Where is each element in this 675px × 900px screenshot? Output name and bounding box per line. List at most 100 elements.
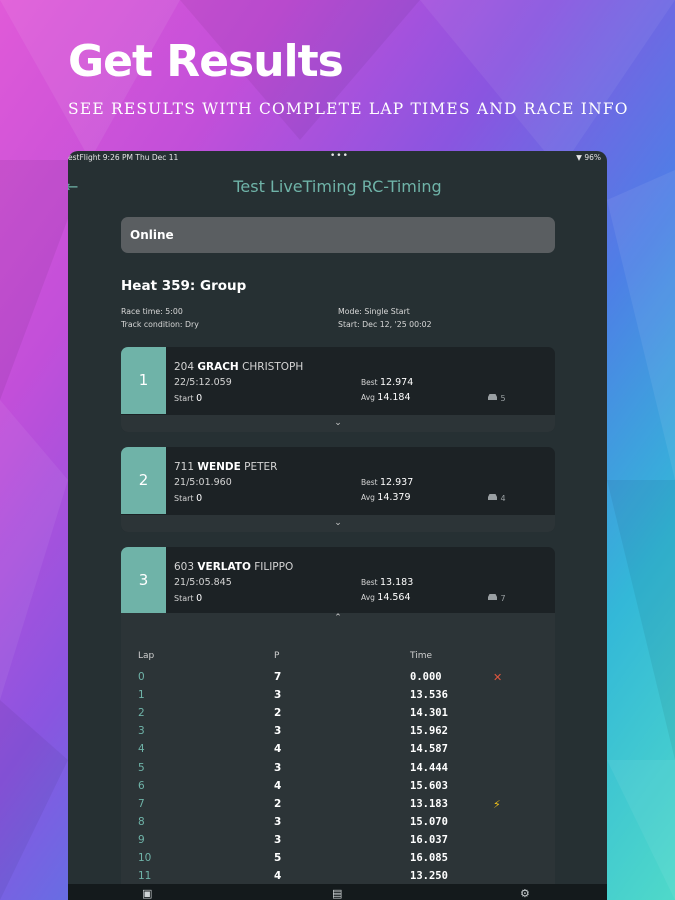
lap-position: 4 [274, 870, 282, 883]
app-title: Test LiveTiming RC-Timing [233, 177, 442, 196]
status-left: estFlight 9:26 PM Thu Dec 11 [68, 153, 179, 162]
driver-name: 204 GRACH CHRISTOPH [174, 361, 303, 373]
connection-status[interactable]: Online [121, 217, 555, 253]
lap-time: 14.301 [410, 707, 448, 720]
lap-position: 3 [274, 725, 282, 738]
lap-number: 2 [138, 707, 145, 720]
avg-label: Avg [361, 593, 375, 602]
table-row: 6 4 15.603 [121, 780, 555, 798]
best-lap: Best 12.974 [361, 377, 413, 388]
lap-time: 15.962 [410, 725, 448, 738]
best-value: 12.937 [380, 477, 414, 488]
expand-chevron-icon[interactable]: ⌄ [121, 415, 555, 432]
lap-position: 3 [274, 833, 282, 846]
lap-position: 5 [274, 852, 282, 864]
bottom-nav: ▣ ▤ ⚙ [68, 884, 607, 900]
table-row: 3 3 15.962 [121, 725, 555, 743]
lap-number: 9 [138, 833, 145, 846]
collapse-chevron-icon[interactable]: ⌃ [121, 613, 555, 623]
driver-last-name: GRACH [197, 361, 239, 373]
track-condition: Track condition: Dry [121, 320, 199, 329]
lap-position: 2 [274, 797, 282, 810]
lap-position: 3 [274, 689, 282, 702]
invalid-lap-icon: ✕ [493, 671, 503, 684]
best-lap: Best 13.183 [361, 577, 413, 588]
lap-position: 7 [274, 671, 282, 683]
start-value: 0 [196, 593, 203, 604]
car-number: 7 [500, 594, 506, 603]
car-icon [488, 594, 497, 600]
lap-time: 15.070 [410, 815, 448, 828]
lap-time: 13.183 [410, 797, 448, 810]
lap-number: 4 [138, 743, 145, 756]
driver-first-name: FILIPPO [254, 561, 294, 573]
start-label: Start [174, 494, 194, 503]
best-value: 12.974 [380, 377, 414, 388]
headline: Get Results [68, 36, 344, 87]
start-value: 0 [196, 393, 203, 404]
lap-number: 3 [138, 725, 145, 738]
avg-lap: Avg 14.379 [361, 492, 411, 503]
position-badge: 3 [121, 547, 166, 614]
start-label: Start [174, 594, 194, 603]
driver-name: 711 WENDE PETER [174, 461, 277, 473]
driver-number: 603 [174, 561, 195, 573]
laps-total: 22/5:12.059 [174, 377, 232, 388]
race-mode: Mode: Single Start [338, 307, 410, 316]
gear-icon[interactable]: ⚙ [520, 887, 530, 900]
lap-time: 13.536 [410, 689, 448, 702]
driver-last-name: WENDE [197, 461, 241, 473]
lap-time: 16.085 [410, 852, 448, 864]
best-lap: Best 12.937 [361, 477, 413, 488]
avg-lap: Avg 14.564 [361, 592, 411, 603]
driver-card[interactable]: 1 204 GRACH CHRISTOPH 22/5:12.059 Start … [121, 347, 555, 432]
driver-last-name: VERLATO [197, 561, 251, 573]
lap-position: 4 [274, 743, 282, 756]
table-row: 8 3 15.070 [121, 816, 555, 834]
results-icon[interactable]: ▤ [332, 887, 342, 900]
best-label: Best [361, 478, 378, 487]
table-row: 4 4 14.587 [121, 743, 555, 761]
table-row: 7 2 13.183 ⚡ [121, 798, 555, 816]
lap-position: 3 [274, 761, 282, 774]
lap-position: 4 [274, 779, 282, 792]
heat-title: Heat 359: Group [121, 278, 247, 294]
lap-position: 2 [274, 707, 282, 720]
lap-number: 11 [138, 870, 152, 883]
race-time: Race time: 5:00 [121, 307, 183, 316]
car-count: 4 [487, 493, 506, 503]
lap-number: 6 [138, 779, 145, 792]
col-header-lap: Lap [138, 651, 155, 661]
lap-table: ⌃ Lap P Time 0 7 0.000 ✕ 1 3 13.536 2 2 14.301 3 3 1… [121, 613, 555, 900]
car-icon [488, 494, 497, 500]
best-value: 13.183 [380, 577, 414, 588]
driver-card[interactable]: 3 603 VERLATO FILIPPO 21/5:05.845 Start … [121, 547, 555, 614]
start-info: Start 0 [174, 393, 202, 404]
expand-chevron-icon[interactable]: ⌄ [121, 515, 555, 532]
car-number: 4 [500, 494, 506, 503]
lap-number: 0 [138, 671, 145, 683]
driver-card[interactable]: 2 711 WENDE PETER 21/5:01.960 Start 0 Be… [121, 447, 555, 532]
lap-time: 0.000 [410, 671, 442, 683]
avg-value: 14.564 [377, 592, 411, 603]
table-row: 1 3 13.536 [121, 689, 555, 707]
lap-time: 14.587 [410, 743, 448, 756]
lap-number: 1 [138, 689, 145, 702]
race-start: Start: Dec 12, '25 00:02 [338, 320, 432, 329]
best-label: Best [361, 378, 378, 387]
lap-time: 15.603 [410, 779, 448, 792]
avg-value: 14.379 [377, 492, 411, 503]
lap-number: 7 [138, 797, 145, 810]
start-info: Start 0 [174, 493, 202, 504]
driver-first-name: PETER [244, 461, 278, 473]
start-label: Start [174, 394, 194, 403]
multitask-dots[interactable]: ••• [330, 151, 349, 161]
avg-label: Avg [361, 493, 375, 502]
table-row: 10 5 16.085 [121, 852, 555, 870]
status-right: ▼ 96% [576, 153, 601, 162]
driver-number: 711 [174, 461, 195, 473]
subheadline: SEE RESULTS WITH COMPLETE LAP TIMES AND … [68, 100, 629, 118]
lap-time: 16.037 [410, 833, 448, 846]
calendar-icon[interactable]: ▣ [142, 887, 152, 900]
laps-total: 21/5:05.845 [174, 577, 232, 588]
